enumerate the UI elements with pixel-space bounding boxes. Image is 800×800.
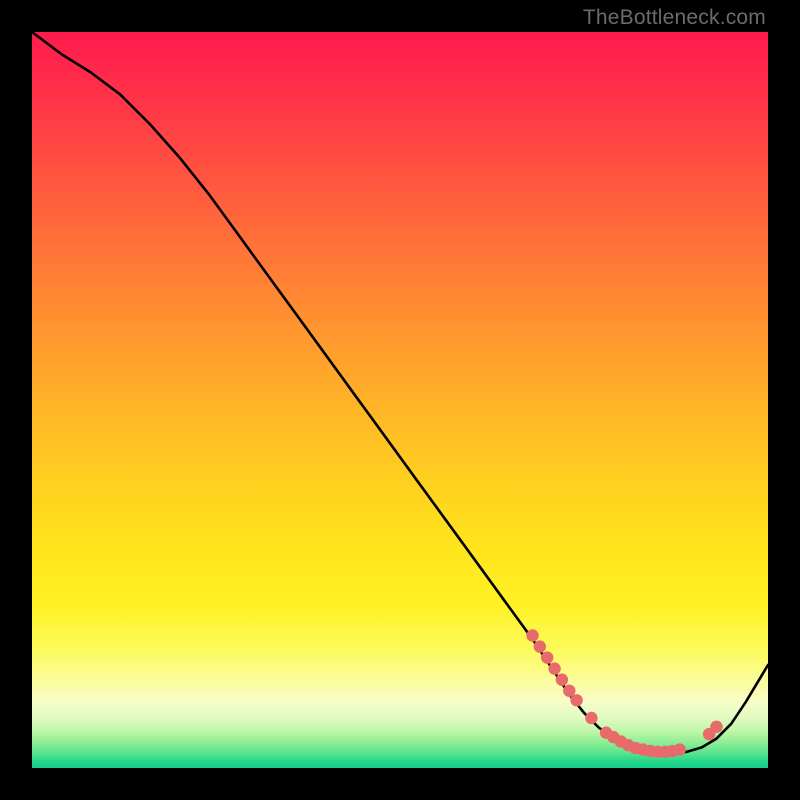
- watermark-text: TheBottleneck.com: [583, 6, 766, 30]
- gradient-plot-area: [32, 32, 768, 768]
- data-point: [534, 640, 546, 652]
- data-point: [548, 662, 560, 674]
- bottleneck-curve: [32, 32, 768, 753]
- data-point: [526, 629, 538, 641]
- data-point: [674, 743, 686, 755]
- data-point: [710, 721, 722, 733]
- data-point-cluster: [526, 629, 722, 758]
- chart-frame: TheBottleneck.com: [0, 0, 800, 800]
- data-point: [541, 651, 553, 663]
- data-point: [585, 712, 597, 724]
- data-point: [570, 694, 582, 706]
- chart-svg: [32, 32, 768, 768]
- data-point: [556, 674, 568, 686]
